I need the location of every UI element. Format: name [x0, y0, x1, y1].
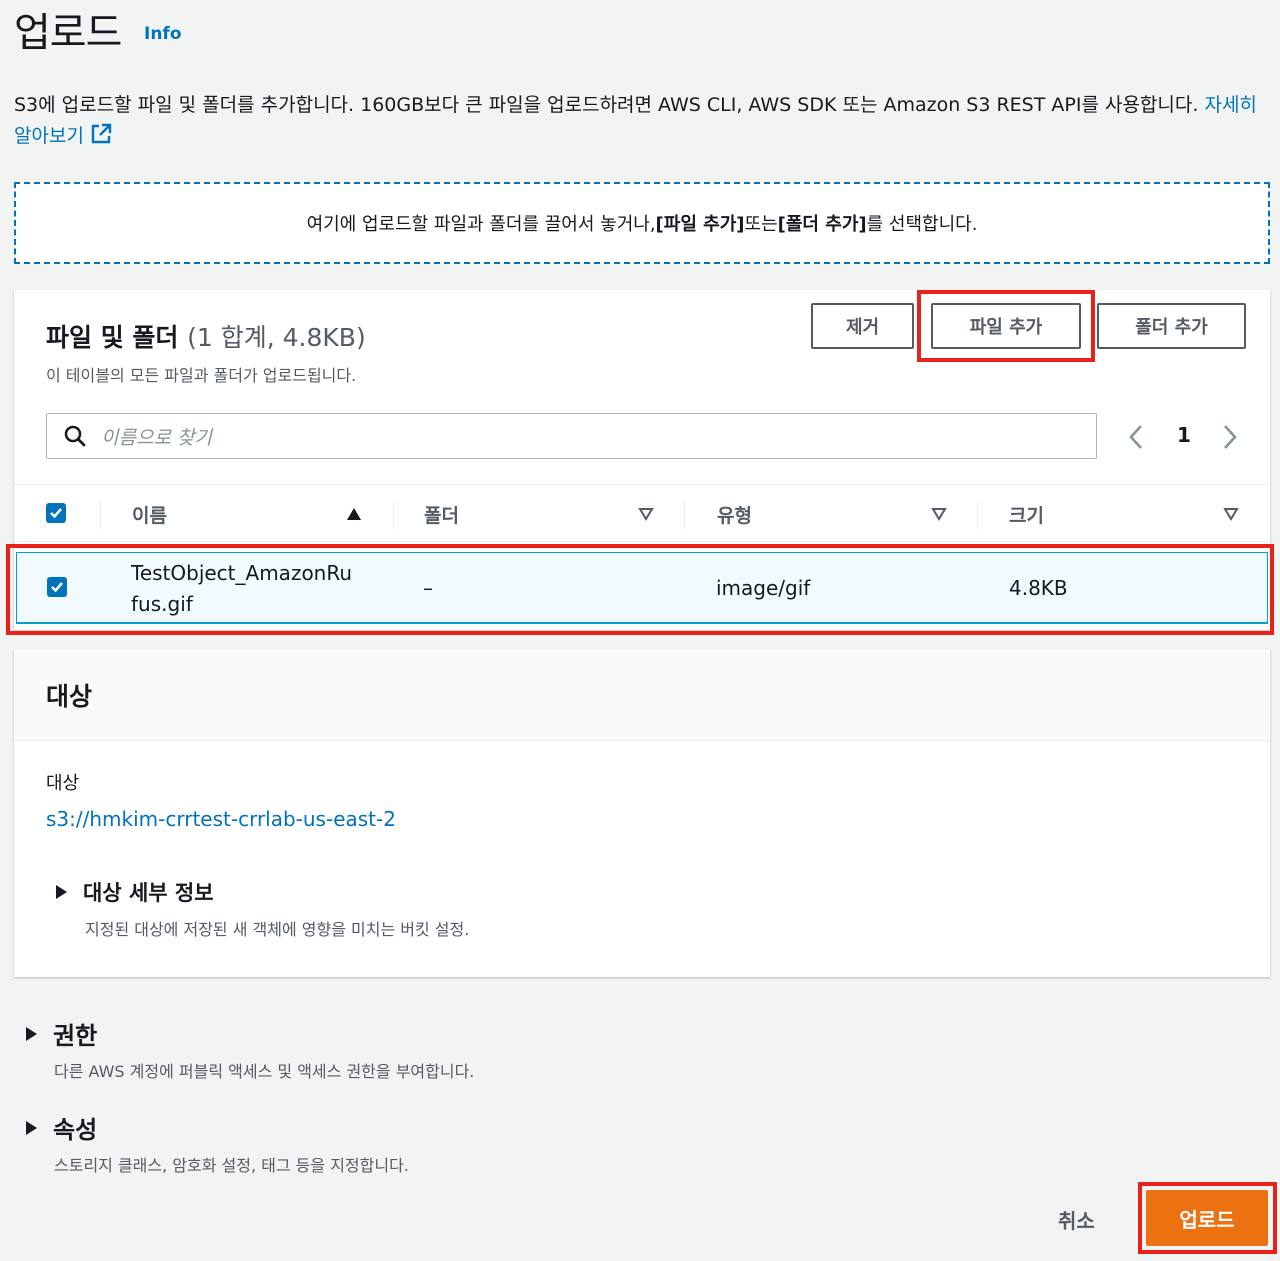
remove-button[interactable]: 제거: [811, 303, 914, 349]
properties-desc: 스토리지 클래스, 암호화 설정, 태그 등을 지정합니다.: [54, 1156, 409, 1175]
row-highlight: [6, 544, 1274, 635]
caret-right-icon: [56, 885, 67, 899]
destination-details-title: 대상 세부 정보: [83, 881, 214, 905]
destination-panel: 대상 대상 s3://hmkim-crrtest-crrlab-us-east-…: [14, 649, 1270, 977]
external-link-icon: [91, 123, 112, 144]
files-panel-title: 파일 및 폴더 (1 합계, 4.8KB): [46, 323, 366, 352]
add-files-highlight: [917, 290, 1095, 362]
page-number[interactable]: 1: [1177, 423, 1191, 447]
info-link[interactable]: Info: [144, 24, 182, 44]
dropzone-text-mid: 또는: [744, 214, 778, 235]
search-input[interactable]: 이름으로 찾기: [46, 413, 1097, 459]
column-header-type[interactable]: 유형: [717, 485, 752, 543]
cancel-button[interactable]: 취소: [1058, 1205, 1095, 1234]
destination-title: 대상: [46, 682, 93, 711]
caret-right-icon: [26, 1120, 37, 1135]
chevron-left-icon[interactable]: [1126, 424, 1146, 450]
column-header-size[interactable]: 크기: [1009, 485, 1044, 543]
permissions-desc: 다른 AWS 계정에 퍼블릭 액세스 및 액세스 권한을 부여합니다.: [54, 1062, 475, 1081]
destination-uri-link[interactable]: s3://hmkim-crrtest-crrlab-us-east-2: [46, 807, 396, 831]
sort-ascending-icon[interactable]: [346, 507, 362, 521]
table-header: 이름 폴더 유형 크기: [14, 484, 1270, 542]
properties-toggle[interactable]: 속성: [26, 1110, 97, 1145]
column-separator: [977, 501, 978, 529]
dropzone-add-files-ref: [파일 추가]: [655, 214, 745, 235]
add-folder-button[interactable]: 폴더 추가: [1097, 303, 1246, 349]
sort-icon[interactable]: [638, 507, 654, 521]
caret-right-icon: [26, 1026, 37, 1041]
sort-icon[interactable]: [1223, 507, 1239, 521]
permissions-toggle[interactable]: 권한: [26, 1016, 97, 1051]
description-text: S3에 업로드할 파일 및 폴더를 추가합니다. 160GB보다 큰 파일을 업…: [14, 94, 1199, 116]
column-separator: [100, 501, 101, 529]
checkmark-icon: [50, 508, 62, 519]
sort-icon[interactable]: [931, 507, 947, 521]
upload-dropzone[interactable]: 여기에 업로드할 파일과 폴더를 끌어서 놓거나, [파일 추가] 또는 [폴더…: [14, 182, 1270, 264]
search-icon: [64, 425, 86, 447]
select-all-checkbox[interactable]: [46, 503, 66, 523]
dropzone-text-suffix: 를 선택합니다.: [866, 214, 978, 235]
upload-highlight: [1138, 1182, 1277, 1254]
chevron-right-icon[interactable]: [1220, 424, 1240, 450]
column-separator: [393, 501, 394, 529]
destination-label: 대상: [46, 773, 80, 794]
dropzone-add-folder-ref: [폴더 추가]: [777, 214, 867, 235]
files-panel-subtitle: 이 테이블의 모든 파일과 폴더가 업로드됩니다.: [46, 366, 357, 385]
search-placeholder: 이름으로 찾기: [101, 426, 212, 449]
column-header-name[interactable]: 이름: [132, 485, 167, 543]
column-separator: [684, 501, 685, 529]
permissions-title: 권한: [53, 1022, 98, 1050]
destination-details-toggle[interactable]: 대상 세부 정보: [56, 877, 214, 907]
page-title: 업로드: [14, 10, 122, 56]
files-count: (1 합계, 4.8KB): [187, 323, 366, 352]
destination-header: 대상: [14, 649, 1270, 741]
dropzone-text-prefix: 여기에 업로드할 파일과 폴더를 끌어서 놓거나,: [306, 214, 656, 235]
destination-details-desc: 지정된 대상에 저장된 새 객체에 영향을 미치는 버킷 설정.: [85, 920, 470, 939]
page-description: S3에 업로드할 파일 및 폴더를 추가합니다. 160GB보다 큰 파일을 업…: [14, 90, 1264, 152]
column-header-folder[interactable]: 폴더: [424, 485, 459, 543]
properties-title: 속성: [53, 1116, 98, 1144]
